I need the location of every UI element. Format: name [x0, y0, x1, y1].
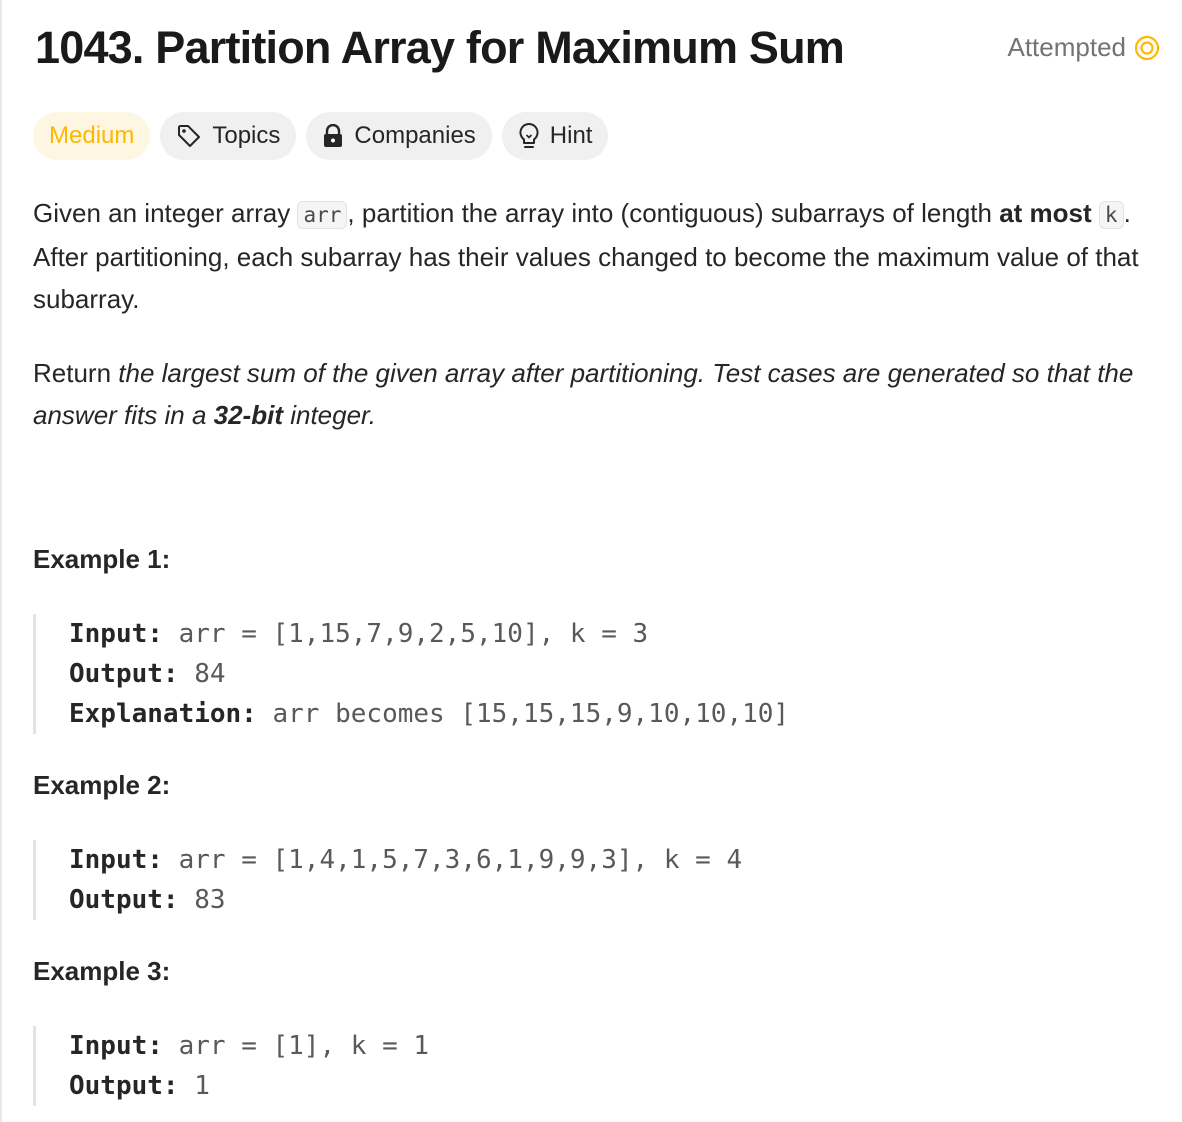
problem-tags: Medium Topics Companies Hint [33, 112, 609, 160]
problem-status: Attempted [1007, 32, 1160, 63]
problem-description: Given an integer array arr, partition th… [33, 192, 1163, 436]
example-output-line: Output: 1 [69, 1071, 210, 1101]
problem-description-panel: 1043. Partition Array for Maximum Sum At… [0, 0, 1182, 1122]
problem-header: 1043. Partition Array for Maximum Sum At… [35, 22, 1160, 82]
hint-label: Hint [549, 122, 593, 149]
example-input-line: Input: arr = [1], k = 1 [69, 1031, 430, 1061]
lock-icon [322, 124, 344, 148]
example-2-block: Input: arr = [1,4,1,5,7,3,6,1,9,9,3], k … [33, 840, 742, 920]
example-1-title: Example 1: [33, 544, 171, 574]
inline-code-k: k [1098, 201, 1124, 229]
lightbulb-icon [518, 122, 540, 150]
example-2-title: Example 2: [33, 770, 171, 800]
description-paragraph-1: Given an integer array arr, partition th… [33, 198, 1139, 314]
topics-label: Topics [212, 122, 281, 149]
example-output-line: Output: 83 [69, 885, 226, 915]
example-explanation-line: Explanation: arr becomes [15,15,15,9,10,… [69, 699, 790, 729]
topics-button[interactable]: Topics [160, 112, 297, 160]
example-1-block: Input: arr = [1,15,7,9,2,5,10], k = 3 Out… [33, 614, 789, 734]
difficulty-badge: Medium [33, 112, 151, 160]
inline-code-arr: arr [297, 201, 348, 229]
companies-label: Companies [354, 122, 476, 149]
problem-title[interactable]: 1043. Partition Array for Maximum Sum [35, 22, 845, 74]
attempted-icon [1134, 35, 1160, 61]
example-3-block: Input: arr = [1], k = 1 Output: 1 [33, 1026, 429, 1106]
companies-button[interactable]: Companies [306, 112, 492, 160]
example-output-line: Output: 84 [69, 659, 226, 689]
description-paragraph-2: Return the largest sum of the given arra… [33, 358, 1134, 430]
example-input-line: Input: arr = [1,4,1,5,7,3,6,1,9,9,3], k … [69, 845, 743, 875]
example-3-title: Example 3: [33, 956, 171, 986]
status-label: Attempted [1007, 32, 1126, 62]
tag-icon [176, 123, 202, 149]
example-input-line: Input: arr = [1,15,7,9,2,5,10], k = 3 [69, 619, 649, 649]
hint-button[interactable]: Hint [501, 112, 609, 160]
